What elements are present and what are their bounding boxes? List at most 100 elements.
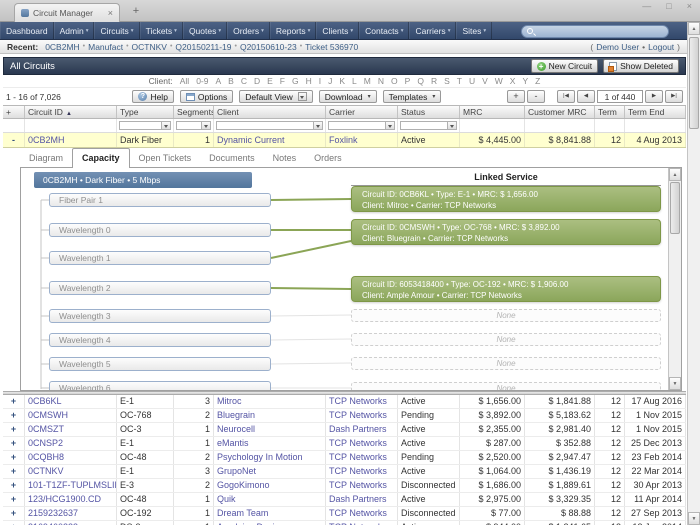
client-filter-option[interactable]: D bbox=[254, 76, 260, 86]
channel-box[interactable]: Wavelength 2 bbox=[49, 281, 271, 295]
circuit-id-link[interactable]: 3169460223 bbox=[25, 521, 117, 525]
client-link[interactable]: Dynamic Current bbox=[214, 133, 326, 147]
nav-item-sites[interactable]: Sites▾ bbox=[456, 22, 492, 39]
client-link[interactable]: Quik bbox=[214, 493, 326, 506]
client-filter-option[interactable]: Q bbox=[417, 76, 424, 86]
maximize-icon[interactable]: □ bbox=[666, 1, 671, 11]
panel-scrollbar[interactable]: ▲ ▼ bbox=[668, 168, 681, 390]
linked-service-box[interactable]: Circuit ID: 6053418400 • Type: OC-192 • … bbox=[351, 276, 661, 302]
channel-box[interactable]: Wavelength 5 bbox=[49, 357, 271, 371]
nav-item-carriers[interactable]: Carriers▾ bbox=[409, 22, 456, 39]
first-page-button[interactable]: |◀ bbox=[557, 90, 575, 103]
default-view-select[interactable]: Default View bbox=[239, 90, 313, 103]
client-filter-option[interactable]: H bbox=[306, 76, 312, 86]
prev-page-button[interactable]: ◀ bbox=[577, 90, 595, 103]
channel-box[interactable]: Wavelength 3 bbox=[49, 309, 271, 323]
recent-link[interactable]: 0CB2MH bbox=[45, 42, 79, 52]
column-header-2[interactable]: Type bbox=[117, 106, 174, 118]
client-filter-option[interactable]: Y bbox=[522, 76, 528, 86]
client-filter-option[interactable]: I bbox=[319, 76, 321, 86]
logout-link[interactable]: Logout bbox=[648, 42, 674, 52]
carrier-link[interactable]: Foxlink bbox=[326, 133, 398, 147]
scrollbar-thumb[interactable] bbox=[670, 182, 680, 234]
client-filter-option[interactable]: W bbox=[495, 76, 503, 86]
expand-row-button[interactable]: + bbox=[3, 479, 25, 492]
nav-item-tickets[interactable]: Tickets▾ bbox=[140, 22, 183, 39]
minimize-icon[interactable]: — bbox=[642, 1, 651, 11]
client-filter-option[interactable]: R bbox=[431, 76, 437, 86]
expand-row-button[interactable]: + bbox=[3, 395, 25, 408]
client-link[interactable]: GrupoNet bbox=[214, 465, 326, 478]
client-filter-option[interactable]: P bbox=[405, 76, 411, 86]
client-filter-option[interactable]: J bbox=[328, 76, 332, 86]
client-link[interactable]: Mitroc bbox=[214, 395, 326, 408]
circuit-id-link[interactable]: 0CB6KL bbox=[25, 395, 117, 408]
channel-box[interactable]: Wavelength 0 bbox=[49, 223, 271, 237]
circuit-id-link[interactable]: 0CQBH8 bbox=[25, 451, 117, 464]
filter-select-carrier[interactable] bbox=[328, 121, 395, 130]
nav-item-circuits[interactable]: Circuits▾ bbox=[94, 22, 139, 39]
client-filter-option[interactable]: All bbox=[180, 76, 189, 86]
nav-item-orders[interactable]: Orders▾ bbox=[227, 22, 270, 39]
filter-select-segments[interactable] bbox=[176, 121, 211, 130]
client-filter-option[interactable]: A bbox=[215, 76, 221, 86]
zoom-out-button[interactable]: - bbox=[527, 90, 545, 103]
linked-service-box[interactable]: Circuit ID: 0CB6KL • Type: E-1 • MRC: $ … bbox=[351, 186, 661, 212]
carrier-link[interactable]: TCP Networks bbox=[326, 409, 398, 422]
carrier-link[interactable]: TCP Networks bbox=[326, 507, 398, 520]
tab-open-tickets[interactable]: Open Tickets bbox=[130, 150, 201, 167]
expand-row-button[interactable]: + bbox=[3, 465, 25, 478]
client-link[interactable]: Psychology In Motion bbox=[214, 451, 326, 464]
circuit-id-link[interactable]: 0CTNKV bbox=[25, 465, 117, 478]
nav-item-dashboard[interactable]: Dashboard bbox=[0, 22, 54, 39]
column-header-6[interactable]: Status bbox=[398, 106, 460, 118]
column-header-10[interactable]: Term End bbox=[625, 106, 686, 118]
download-button[interactable]: Download ▾ bbox=[319, 90, 377, 103]
carrier-link[interactable]: TCP Networks bbox=[326, 451, 398, 464]
client-filter-option[interactable]: E bbox=[267, 76, 273, 86]
column-header-8[interactable]: Customer MRC bbox=[525, 106, 595, 118]
recent-link[interactable]: Ticket 536970 bbox=[305, 42, 358, 52]
tab-documents[interactable]: Documents bbox=[200, 150, 264, 167]
client-filter-option[interactable]: B bbox=[228, 76, 234, 86]
tab-notes[interactable]: Notes bbox=[264, 150, 306, 167]
filter-select-client[interactable] bbox=[216, 121, 323, 130]
tab-diagram[interactable]: Diagram bbox=[20, 150, 72, 167]
carrier-link[interactable]: TCP Networks bbox=[326, 465, 398, 478]
selected-circuit-row[interactable]: - 0CB2MH Dark Fiber 1 Dynamic Current Fo… bbox=[3, 133, 686, 148]
expand-row-button[interactable]: + bbox=[3, 521, 25, 525]
client-filter-option[interactable]: N bbox=[378, 76, 384, 86]
carrier-link[interactable]: Dash Partners bbox=[326, 423, 398, 436]
circuit-id-link[interactable]: 0CMSWH bbox=[25, 409, 117, 422]
tab-close-icon[interactable]: × bbox=[108, 8, 113, 18]
recent-link[interactable]: Manufact bbox=[88, 42, 123, 52]
collapse-row-button[interactable]: - bbox=[3, 133, 25, 147]
column-header-5[interactable]: Carrier bbox=[326, 106, 398, 118]
channel-box[interactable]: Wavelength 1 bbox=[49, 251, 271, 265]
client-filter-option[interactable]: C bbox=[241, 76, 247, 86]
browser-tab[interactable]: Circuit Manager × bbox=[14, 3, 120, 22]
search-input[interactable] bbox=[521, 25, 669, 38]
client-link[interactable]: Dream Team bbox=[214, 507, 326, 520]
filter-select-type[interactable] bbox=[119, 121, 171, 130]
circuit-id-link[interactable]: 101-T1ZF-TUPLMSLIH bbox=[25, 479, 117, 492]
recent-link[interactable]: Q20150211-19 bbox=[175, 42, 231, 52]
nav-item-quotes[interactable]: Quotes▾ bbox=[183, 22, 227, 39]
client-link[interactable]: GogoKimono bbox=[214, 479, 326, 492]
channel-box[interactable]: Wavelength 4 bbox=[49, 333, 271, 347]
show-deleted-button[interactable]: Show Deleted bbox=[603, 59, 679, 73]
new-circuit-button[interactable]: + New Circuit bbox=[531, 59, 598, 73]
circuit-id-link[interactable]: 0CMSZT bbox=[25, 423, 117, 436]
client-filter-option[interactable]: M bbox=[364, 76, 371, 86]
client-filter-option[interactable]: V bbox=[482, 76, 488, 86]
nav-item-contacts[interactable]: Contacts▾ bbox=[359, 22, 409, 39]
scrollbar-thumb[interactable] bbox=[689, 37, 699, 129]
help-button[interactable]: ? Help bbox=[132, 90, 173, 103]
column-header-9[interactable]: Term bbox=[595, 106, 625, 118]
client-link[interactable]: Bluegrain bbox=[214, 409, 326, 422]
filter-select-status[interactable] bbox=[400, 121, 457, 130]
filter-circuit-id[interactable] bbox=[25, 119, 117, 132]
expand-row-button[interactable]: + bbox=[3, 451, 25, 464]
client-filter-option[interactable]: U bbox=[469, 76, 475, 86]
expand-row-button[interactable]: + bbox=[3, 409, 25, 422]
